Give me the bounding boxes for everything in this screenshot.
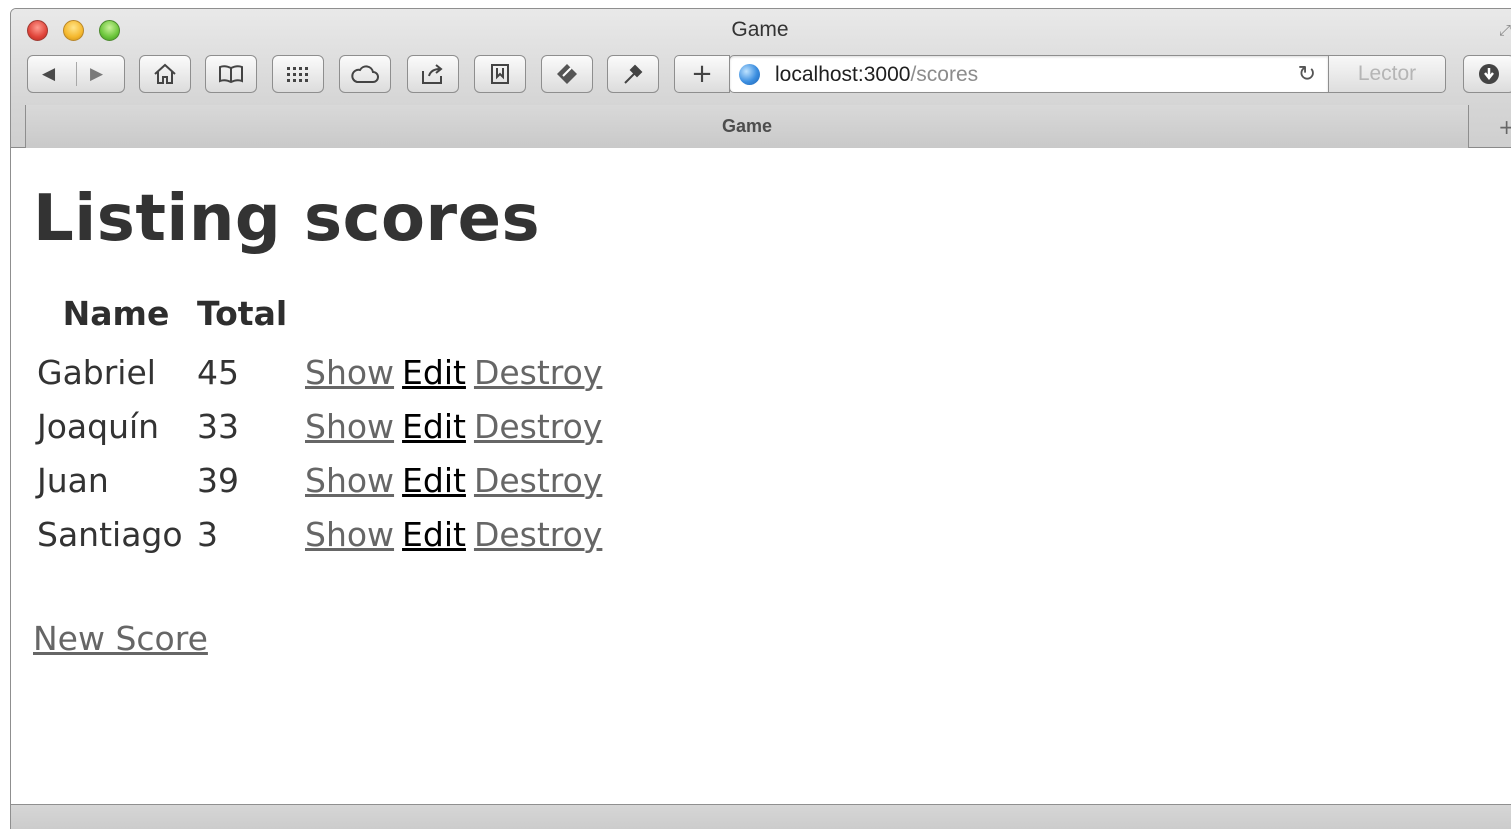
share-icon bbox=[420, 63, 446, 85]
show-link[interactable]: Show bbox=[305, 461, 394, 500]
destroy-link[interactable]: Destroy bbox=[474, 461, 602, 500]
table-row: Gabriel 45 Show Edit Destroy bbox=[35, 345, 610, 399]
fullscreen-icon[interactable]: ⤢ bbox=[1499, 21, 1511, 39]
table-row: Santiago 3 Show Edit Destroy bbox=[35, 507, 610, 561]
score-name: Juan bbox=[37, 460, 109, 500]
plus-icon: + bbox=[691, 59, 713, 89]
browser-toolbar: Game ⤢ ◀ ▶ + localhost:3000/scores ↻ Lec… bbox=[11, 9, 1511, 148]
developer-tools-button[interactable] bbox=[607, 55, 659, 93]
page-title: Listing scores bbox=[33, 182, 541, 256]
status-bar bbox=[11, 804, 1511, 829]
score-total: 3 bbox=[197, 514, 218, 554]
home-button[interactable] bbox=[139, 55, 191, 93]
show-link[interactable]: Show bbox=[305, 515, 394, 554]
destroy-link[interactable]: Destroy bbox=[474, 407, 602, 446]
score-total: 45 bbox=[197, 352, 239, 392]
share-button[interactable] bbox=[407, 55, 459, 93]
book-icon bbox=[218, 64, 244, 84]
address-bar[interactable]: localhost:3000/scores ↻ bbox=[729, 55, 1329, 93]
scores-table: Name Total Gabriel 45 Show Edit Destroy … bbox=[35, 294, 610, 561]
back-forward-buttons: ◀ ▶ bbox=[27, 55, 125, 93]
table-row: Juan 39 Show Edit Destroy bbox=[35, 453, 610, 507]
icloud-tabs-button[interactable] bbox=[339, 55, 391, 93]
edit-link[interactable]: Edit bbox=[402, 353, 466, 392]
edit-link[interactable]: Edit bbox=[402, 407, 466, 446]
score-name: Joaquín bbox=[37, 406, 160, 446]
wrench-icon bbox=[621, 62, 645, 86]
destroy-link[interactable]: Destroy bbox=[474, 515, 602, 554]
download-icon bbox=[1478, 63, 1500, 85]
downloads-button[interactable] bbox=[1463, 55, 1511, 93]
score-name: Gabriel bbox=[37, 352, 156, 392]
reader-button[interactable]: Lector bbox=[1328, 55, 1446, 93]
url-host: localhost:3000 bbox=[775, 63, 911, 86]
top-sites-button[interactable] bbox=[272, 55, 324, 93]
window-title: Game bbox=[731, 18, 789, 41]
show-link[interactable]: Show bbox=[305, 353, 394, 392]
bookmark-icon bbox=[490, 63, 510, 85]
extension-button[interactable] bbox=[541, 55, 593, 93]
forward-arrow-icon[interactable]: ▶ bbox=[90, 64, 103, 84]
column-header-total: Total bbox=[197, 294, 288, 333]
table-header-row: Name Total bbox=[35, 294, 610, 345]
destroy-link[interactable]: Destroy bbox=[474, 353, 602, 392]
page-content: Listing scores Name Total Gabriel 45 Sho… bbox=[11, 149, 1511, 829]
tab-bar: Game + bbox=[11, 105, 1511, 148]
cloud-icon bbox=[350, 64, 380, 84]
tab-game[interactable]: Game bbox=[25, 105, 1469, 148]
grid-icon bbox=[286, 66, 310, 82]
column-header-name: Name bbox=[62, 294, 170, 333]
home-icon bbox=[153, 63, 177, 85]
browser-window: Game ⤢ ◀ ▶ + localhost:3000/scores ↻ Lec… bbox=[10, 8, 1511, 829]
edit-link[interactable]: Edit bbox=[402, 461, 466, 500]
show-link[interactable]: Show bbox=[305, 407, 394, 446]
score-total: 33 bbox=[197, 406, 239, 446]
url-text[interactable]: localhost:3000/scores bbox=[775, 63, 978, 87]
bookmarks-button[interactable] bbox=[205, 55, 257, 93]
score-name: Santiago bbox=[37, 514, 183, 554]
url-path: /scores bbox=[910, 63, 979, 86]
back-arrow-icon[interactable]: ◀ bbox=[42, 64, 55, 84]
table-row: Joaquín 33 Show Edit Destroy bbox=[35, 399, 610, 453]
reload-icon[interactable]: ↻ bbox=[1298, 62, 1316, 87]
new-tab-icon[interactable]: + bbox=[1498, 115, 1511, 139]
column-header-actions bbox=[305, 294, 402, 345]
reading-list-button[interactable] bbox=[474, 55, 526, 93]
edit-link[interactable]: Edit bbox=[402, 515, 466, 554]
add-bookmark-button[interactable]: + bbox=[674, 55, 730, 93]
new-score-link[interactable]: New Score bbox=[33, 619, 208, 658]
score-total: 39 bbox=[197, 460, 239, 500]
tag-icon bbox=[555, 62, 579, 86]
globe-icon bbox=[739, 64, 760, 85]
